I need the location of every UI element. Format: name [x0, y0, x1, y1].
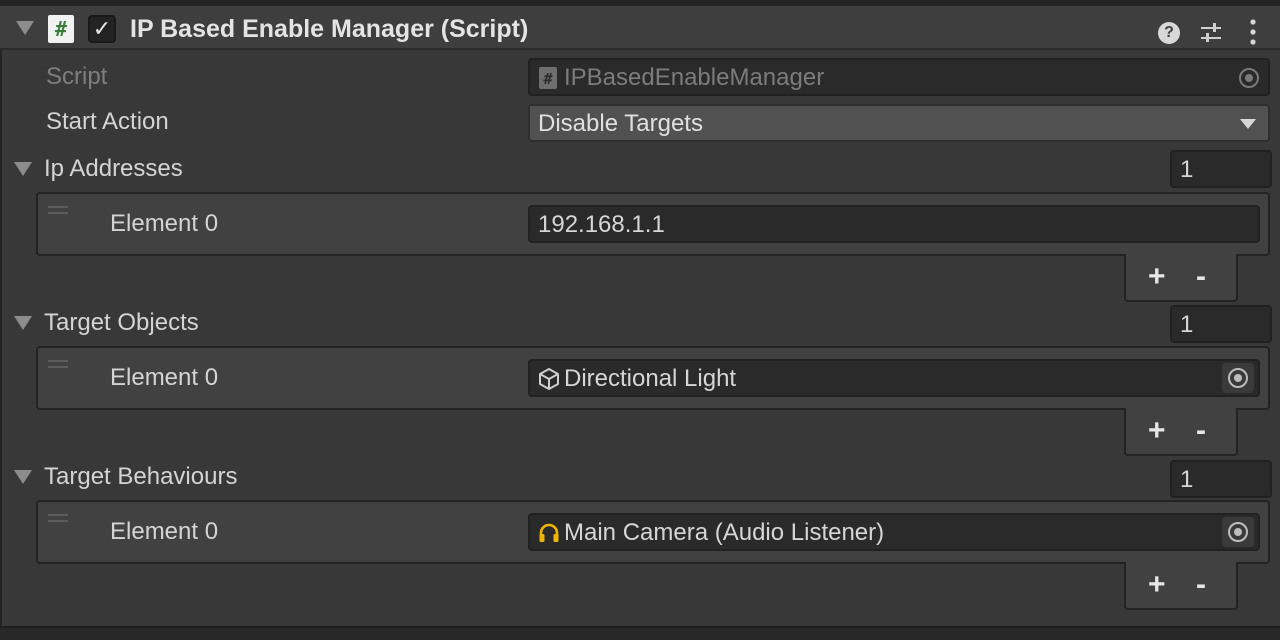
target-objects-list: Element 0 Directional Light: [36, 346, 1270, 410]
bottom-border: [0, 626, 1280, 640]
target-objects-label[interactable]: Target Objects: [44, 308, 199, 338]
chevron-down-icon: [1240, 119, 1256, 129]
component-foldout-icon[interactable]: [16, 21, 34, 35]
cube-icon: [539, 368, 559, 390]
script-value: IPBasedEnableManager: [564, 64, 825, 91]
target-objects-element-0-label: Element 0: [110, 364, 219, 391]
presets-icon[interactable]: [1200, 22, 1222, 44]
target-behaviours-list-footer: + -: [1124, 562, 1238, 610]
object-picker-icon[interactable]: [1222, 517, 1254, 547]
script-file-icon: #: [539, 67, 557, 89]
help-icon[interactable]: ?: [1158, 22, 1180, 44]
ip-addresses-list: Element 0 192.168.1.1: [36, 192, 1270, 256]
component-enabled-checkbox[interactable]: ✓: [88, 15, 116, 43]
target-objects-element-0-value: Directional Light: [564, 365, 737, 392]
ip-addresses-size-field[interactable]: 1: [1170, 150, 1272, 188]
target-behaviours-foldout-icon[interactable]: [14, 470, 32, 484]
component-title: IP Based Enable Manager (Script): [130, 15, 529, 43]
ip-element-0-label: Element 0: [110, 210, 219, 237]
object-picker-icon: [1236, 65, 1262, 91]
component-header[interactable]: # ✓ IP Based Enable Manager (Script) ?: [0, 6, 1280, 50]
drag-handle-icon[interactable]: [48, 514, 68, 522]
start-action-value: Disable Targets: [538, 110, 703, 137]
target-behaviours-label[interactable]: Target Behaviours: [44, 462, 237, 492]
remove-element-button[interactable]: -: [1196, 416, 1206, 446]
add-element-button[interactable]: +: [1148, 570, 1166, 600]
remove-element-button[interactable]: -: [1196, 262, 1206, 292]
remove-element-button[interactable]: -: [1196, 570, 1206, 600]
target-behaviours-element-0-value: Main Camera (Audio Listener): [564, 519, 885, 546]
script-field: # IPBasedEnableManager: [528, 58, 1270, 96]
target-objects-foldout-icon[interactable]: [14, 316, 32, 330]
target-behaviours-list: Element 0 Main Camera (Audio Listener): [36, 500, 1270, 564]
object-picker-icon[interactable]: [1222, 363, 1254, 393]
ip-element-0-value: 192.168.1.1: [538, 211, 665, 238]
target-behaviours-element-0-field[interactable]: Main Camera (Audio Listener): [528, 513, 1260, 551]
drag-handle-icon[interactable]: [48, 206, 68, 214]
ip-addresses-list-footer: + -: [1124, 254, 1238, 302]
ip-element-0-input[interactable]: 192.168.1.1: [528, 205, 1260, 243]
start-action-label: Start Action: [46, 108, 169, 135]
drag-handle-icon[interactable]: [48, 360, 68, 368]
add-element-button[interactable]: +: [1148, 262, 1166, 292]
add-element-button[interactable]: +: [1148, 416, 1166, 446]
headphones-icon: [539, 523, 559, 542]
svg-text:#: #: [543, 70, 552, 88]
script-label: Script: [46, 63, 108, 90]
kebab-menu-icon[interactable]: [1242, 18, 1264, 46]
target-behaviours-element-0-label: Element 0: [110, 518, 219, 545]
target-objects-element-0-field[interactable]: Directional Light: [528, 359, 1260, 397]
script-icon: #: [48, 15, 74, 43]
target-objects-list-footer: + -: [1124, 408, 1238, 456]
target-objects-size-field[interactable]: 1: [1170, 305, 1272, 343]
target-behaviours-size-field[interactable]: 1: [1170, 460, 1272, 498]
ip-addresses-foldout-icon[interactable]: [14, 162, 32, 176]
start-action-dropdown[interactable]: Disable Targets: [528, 104, 1270, 142]
ip-addresses-label[interactable]: Ip Addresses: [44, 154, 183, 184]
